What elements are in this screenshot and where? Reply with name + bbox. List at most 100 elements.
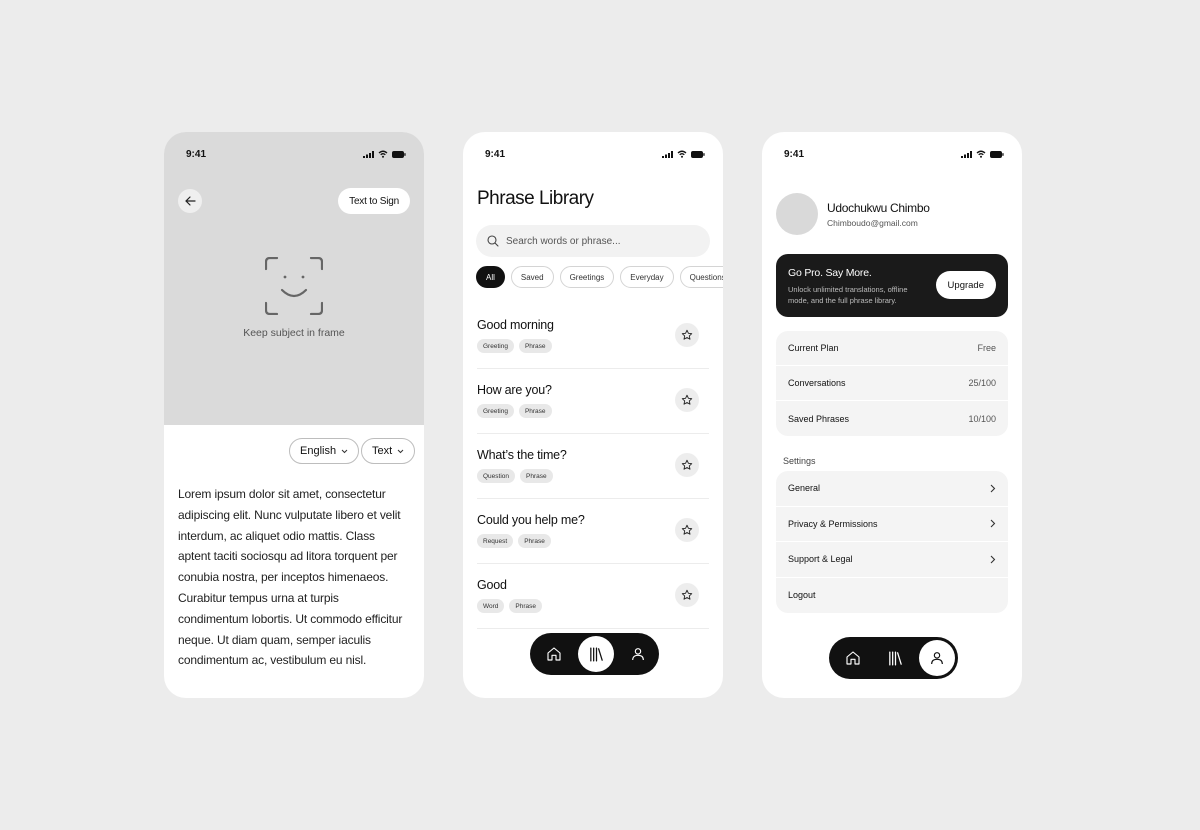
output-mode-value: Text: [372, 445, 393, 457]
wifi-icon: [378, 150, 388, 158]
upgrade-button[interactable]: Upgrade: [935, 271, 996, 299]
language-dropdown[interactable]: English: [289, 438, 360, 464]
stat-label: Current Plan: [788, 343, 839, 353]
chevron-down-icon: [341, 449, 348, 453]
wifi-icon: [677, 150, 687, 158]
search-icon: [487, 235, 499, 247]
home-icon: [547, 647, 561, 661]
tag: Request: [477, 534, 514, 548]
phrase-library-screen: 9:41 Phrase Library All Saved Greetings …: [463, 132, 723, 698]
settings-item-support[interactable]: Support & Legal: [776, 542, 1008, 578]
save-phrase-button[interactable]: [675, 518, 699, 542]
status-bar: 9:41: [762, 132, 1022, 176]
stat-value: 25/100: [968, 378, 996, 388]
save-phrase-button[interactable]: [675, 388, 699, 412]
status-bar: 9:41: [463, 132, 723, 176]
settings-list: General Privacy & Permissions Support & …: [776, 471, 1008, 613]
list-item[interactable]: Good Word Phrase: [477, 564, 709, 629]
profile-screen: 9:41 Udochukwu Chimbo Chimboudo@gmail.co…: [762, 132, 1022, 698]
chevron-right-icon: [990, 519, 996, 528]
settings-heading: Settings: [783, 456, 816, 466]
tag: Phrase: [518, 534, 551, 548]
output-mode-dropdown[interactable]: Text: [361, 438, 416, 464]
search-input[interactable]: [506, 235, 686, 247]
text-to-sign-button[interactable]: Text to Sign: [338, 188, 410, 214]
wifi-icon: [976, 150, 986, 158]
phrase-title: How are you?: [477, 383, 552, 397]
filter-chip-everyday[interactable]: Everyday: [620, 266, 674, 288]
star-icon: [681, 459, 693, 470]
tag: Word: [477, 599, 505, 613]
battery-icon: [691, 150, 705, 158]
nav-profile[interactable]: [620, 636, 656, 672]
nav-home[interactable]: [835, 640, 871, 676]
camera-screen: 9:41 Text to Sign Keep subject in frame …: [164, 132, 424, 698]
tag: Phrase: [520, 469, 553, 483]
phrase-title: Could you help me?: [477, 513, 585, 527]
battery-icon: [392, 150, 406, 158]
filter-chip-saved[interactable]: Saved: [510, 266, 554, 288]
filter-chip-greetings[interactable]: Greetings: [559, 266, 615, 288]
list-item[interactable]: Could you help me? Request Phrase: [477, 499, 709, 564]
list-item[interactable]: How are you? Greeting Phrase: [477, 369, 709, 434]
tag: Phrase: [518, 339, 552, 353]
tag: Greeting: [477, 339, 514, 353]
tag: Phrase: [518, 404, 552, 418]
stat-value: Free: [977, 343, 996, 353]
logout-button[interactable]: Logout: [776, 578, 1008, 614]
phrase-title: Good morning: [477, 318, 554, 332]
nav-home[interactable]: [536, 636, 572, 672]
list-item[interactable]: Good morning Greeting Phrase: [477, 304, 709, 369]
chevron-down-icon: [397, 449, 404, 453]
signal-icon: [662, 150, 673, 158]
nav-library[interactable]: [877, 640, 913, 676]
profile-icon: [931, 652, 943, 665]
stat-value: 10/100: [968, 413, 996, 424]
back-button[interactable]: [178, 189, 202, 213]
save-phrase-button[interactable]: [675, 583, 699, 607]
status-bar: 9:41: [164, 132, 424, 176]
phrase-list: Good morning Greeting Phrase How are you…: [477, 304, 709, 629]
frame-hint: Keep subject in frame: [243, 327, 345, 339]
signal-icon: [363, 150, 374, 158]
settings-item-general[interactable]: General: [776, 471, 1008, 507]
nav-profile[interactable]: [919, 640, 955, 676]
filter-chip-questions[interactable]: Questions: [679, 266, 723, 288]
list-item[interactable]: What’s the time? Question Phrase: [477, 434, 709, 499]
stat-row: Conversations 25/100: [776, 366, 1008, 401]
avatar[interactable]: [776, 193, 818, 235]
status-time: 9:41: [485, 148, 506, 160]
profile-icon: [632, 648, 644, 661]
star-icon: [681, 394, 693, 405]
chevron-right-icon: [990, 484, 996, 493]
home-icon: [846, 651, 860, 665]
library-icon: [888, 650, 902, 666]
bottom-nav: [829, 637, 958, 679]
phrase-title: What’s the time?: [477, 448, 567, 462]
status-time: 9:41: [186, 148, 207, 160]
tag: Greeting: [477, 404, 514, 418]
star-icon: [681, 329, 693, 340]
phrase-title: Good: [477, 578, 507, 592]
search-bar[interactable]: [476, 225, 710, 257]
tag: Question: [477, 469, 516, 483]
save-phrase-button[interactable]: [675, 453, 699, 477]
filter-chips: All Saved Greetings Everyday Questions C…: [476, 266, 723, 288]
star-icon: [681, 589, 693, 600]
filter-chip-all[interactable]: All: [476, 266, 505, 288]
status-time: 9:41: [784, 148, 805, 160]
translation-output: Lorem ipsum dolor sit amet, consectetur …: [178, 487, 403, 668]
settings-item-label: Support & Legal: [788, 554, 853, 565]
page-title: Phrase Library: [477, 188, 594, 209]
promo-description: Unlock unlimited translations, offline m…: [788, 285, 908, 305]
signal-icon: [961, 150, 972, 158]
stat-label: Saved Phrases: [788, 413, 850, 424]
library-icon: [589, 646, 603, 662]
settings-item-privacy[interactable]: Privacy & Permissions: [776, 507, 1008, 542]
save-phrase-button[interactable]: [675, 323, 699, 347]
stat-row: Saved Phrases 10/100: [776, 401, 1008, 436]
battery-icon: [990, 150, 1004, 158]
usage-stats: Current Plan Free Conversations 25/100 S…: [776, 331, 1008, 436]
nav-library[interactable]: [578, 636, 614, 672]
language-value: English: [300, 445, 337, 457]
